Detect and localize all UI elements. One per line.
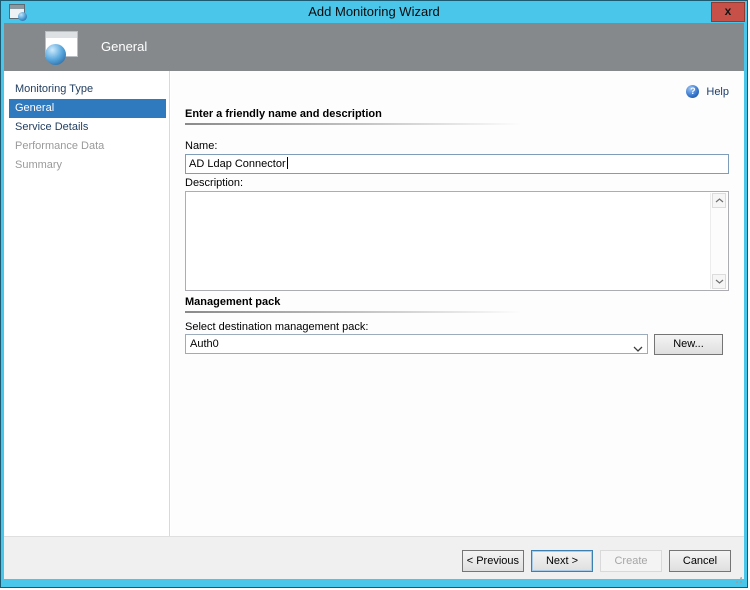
management-pack-selected-value: Auth0 bbox=[190, 338, 219, 350]
next-button[interactable]: Next > bbox=[531, 550, 593, 572]
wizard-page-icon bbox=[45, 31, 78, 57]
create-button: Create bbox=[600, 550, 662, 572]
help-icon[interactable]: ? bbox=[686, 85, 699, 98]
management-pack-heading: Management pack bbox=[185, 296, 280, 308]
name-section-divider bbox=[185, 123, 729, 125]
help-link[interactable]: ? Help bbox=[686, 85, 729, 99]
add-monitoring-wizard-window: Add Monitoring Wizard x General Monitori… bbox=[0, 0, 748, 588]
management-pack-divider bbox=[185, 311, 729, 313]
sidebar-item-monitoring-type[interactable]: Monitoring Type bbox=[9, 80, 166, 99]
sidebar-item-summary: Summary bbox=[9, 156, 166, 175]
previous-button[interactable]: < Previous bbox=[462, 550, 524, 572]
management-pack-dropdown[interactable]: Auth0 bbox=[185, 334, 648, 354]
new-management-pack-button[interactable]: New... bbox=[654, 334, 723, 355]
close-icon[interactable]: x bbox=[711, 2, 745, 22]
page-title: General bbox=[101, 23, 147, 71]
name-input-value: AD Ldap Connector bbox=[189, 158, 286, 170]
sidebar-item-general[interactable]: General bbox=[9, 99, 166, 118]
select-management-pack-label: Select destination management pack: bbox=[185, 321, 368, 333]
wizard-steps-sidebar: Monitoring Type General Service Details … bbox=[4, 71, 170, 536]
description-label: Description: bbox=[185, 177, 243, 189]
wizard-content: ? Help Enter a friendly name and descrip… bbox=[171, 71, 744, 536]
chevron-down-icon bbox=[633, 340, 643, 358]
name-section-heading: Enter a friendly name and description bbox=[185, 108, 382, 120]
wizard-body: Monitoring Type General Service Details … bbox=[4, 71, 744, 536]
wizard-header-band: General bbox=[4, 23, 744, 71]
name-input[interactable]: AD Ldap Connector bbox=[185, 154, 729, 174]
sidebar-item-performance-data: Performance Data bbox=[9, 137, 166, 156]
text-caret bbox=[287, 157, 288, 169]
name-label: Name: bbox=[185, 140, 217, 152]
title-bar[interactable]: Add Monitoring Wizard x bbox=[1, 1, 747, 23]
window-title: Add Monitoring Wizard bbox=[1, 1, 747, 23]
wizard-footer: < Previous Next > Create Cancel bbox=[4, 536, 744, 579]
cancel-button[interactable]: Cancel bbox=[669, 550, 731, 572]
scroll-down-icon[interactable] bbox=[712, 274, 726, 289]
scroll-up-icon[interactable] bbox=[712, 193, 726, 208]
description-input[interactable] bbox=[185, 191, 729, 291]
description-scrollbar[interactable] bbox=[710, 193, 727, 289]
help-label[interactable]: Help bbox=[706, 86, 729, 98]
sidebar-item-service-details[interactable]: Service Details bbox=[9, 118, 166, 137]
